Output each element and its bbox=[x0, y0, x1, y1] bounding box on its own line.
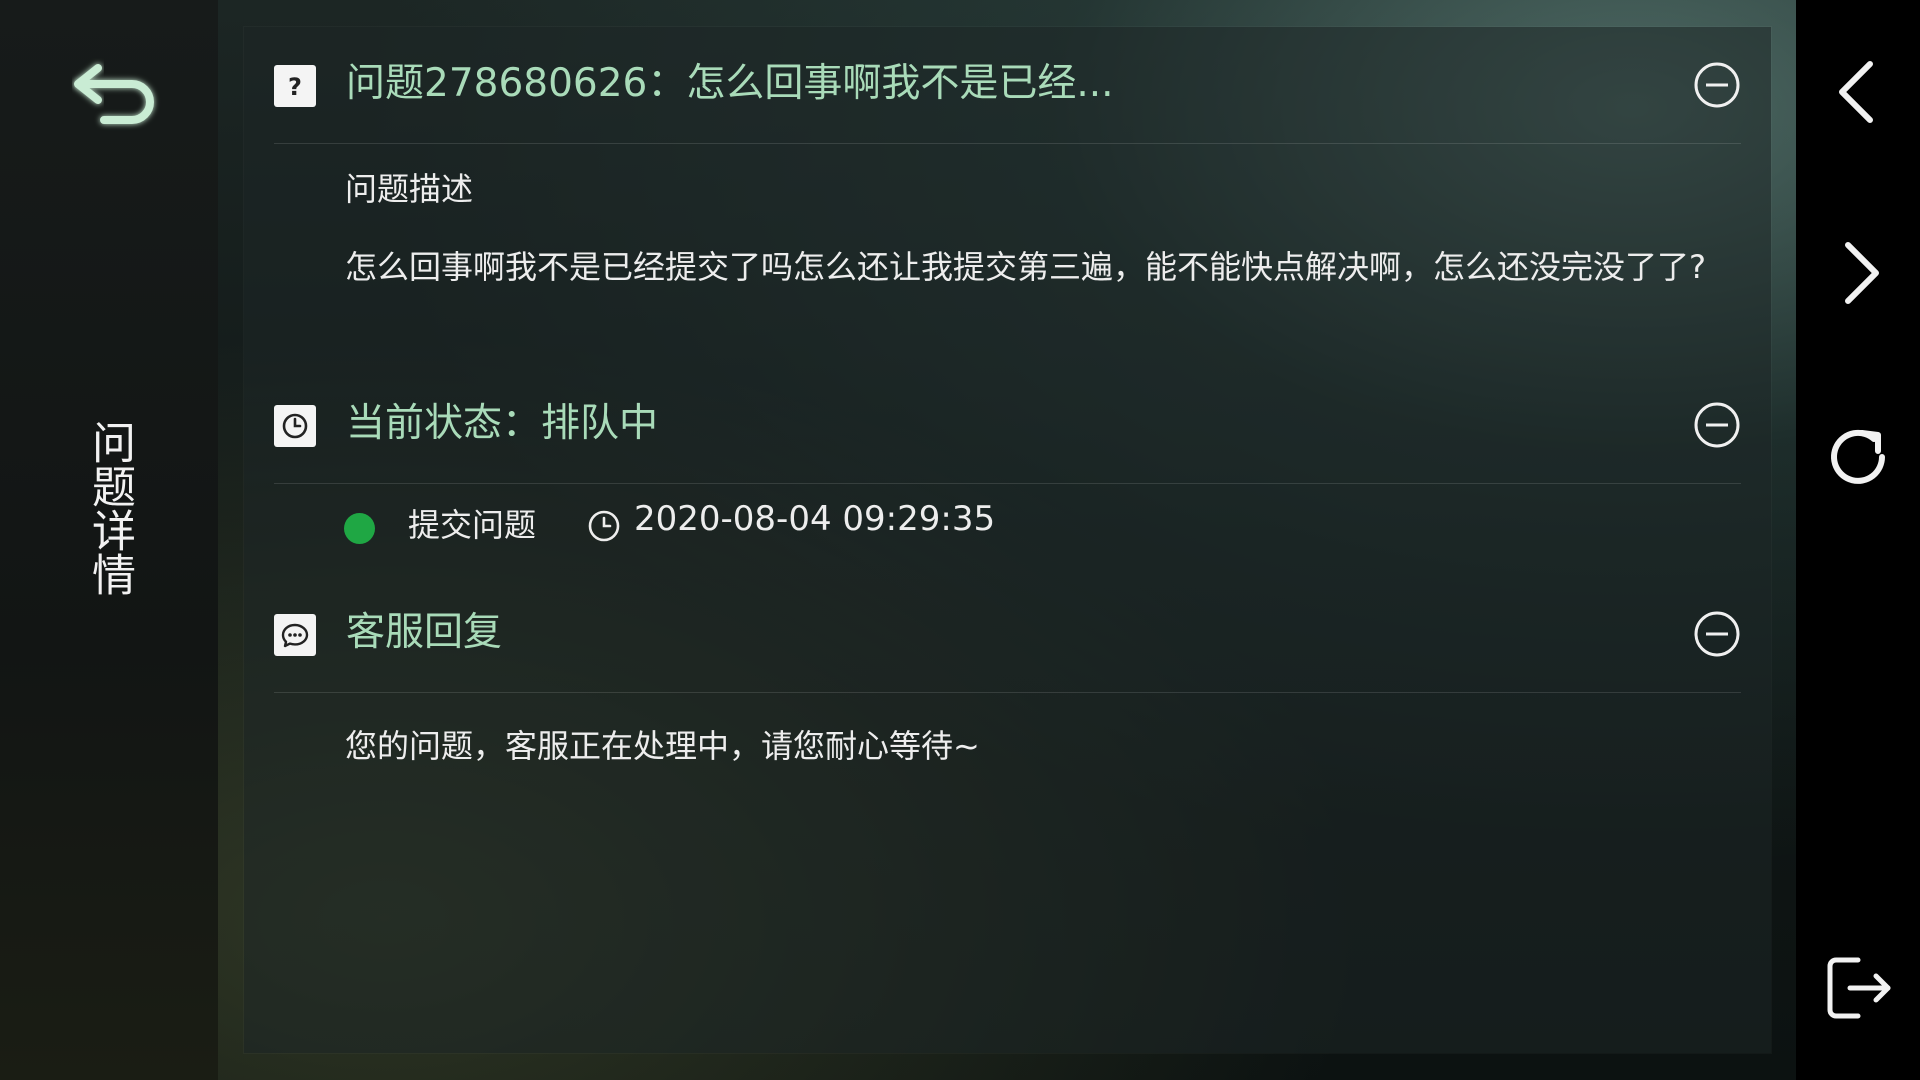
chevron-right-icon bbox=[1845, 242, 1879, 304]
status-step-label: 提交问题 bbox=[408, 506, 537, 544]
question-mark-icon: ? bbox=[274, 65, 316, 107]
question-title: 问题278680626：怎么回事啊我不是已经... bbox=[346, 61, 1114, 106]
reply-header[interactable]: 客服回复 bbox=[274, 576, 1741, 693]
description-label: 问题描述 bbox=[345, 170, 474, 208]
description-text: 怎么回事啊我不是已经提交了吗怎么还让我提交第三遍，能不能快点解决啊，怎么还没完没… bbox=[345, 248, 1706, 286]
refresh-icon bbox=[1831, 429, 1885, 484]
exit-button[interactable] bbox=[1796, 938, 1920, 1038]
status-title: 当前状态：排队中 bbox=[346, 401, 659, 446]
screen: 问题详情 ? 问题278680626：怎么回事啊我不是已经... 问题描述 怎么… bbox=[0, 0, 1920, 1080]
question-collapse-button[interactable] bbox=[1693, 61, 1741, 109]
refresh-button[interactable] bbox=[1796, 407, 1920, 507]
nav-back-button[interactable] bbox=[1796, 42, 1920, 142]
chat-bubble-icon bbox=[274, 614, 316, 656]
svg-text:?: ? bbox=[288, 73, 302, 101]
reply-text: 您的问题，客服正在处理中，请您耐心等待~ bbox=[345, 727, 980, 765]
reply-collapse-button[interactable] bbox=[1693, 610, 1741, 658]
clock-icon bbox=[588, 510, 620, 542]
reply-title: 客服回复 bbox=[346, 610, 503, 655]
page-title-vertical: 问题详情 bbox=[84, 420, 135, 596]
status-collapse-button[interactable] bbox=[1693, 401, 1741, 449]
collapse-minus-icon bbox=[1694, 402, 1740, 448]
detail-panel: ? 问题278680626：怎么回事啊我不是已经... 问题描述 怎么回事啊我不… bbox=[244, 27, 1771, 1053]
collapse-minus-icon bbox=[1694, 611, 1740, 657]
question-header[interactable]: ? 问题278680626：怎么回事啊我不是已经... bbox=[274, 27, 1741, 144]
back-button[interactable] bbox=[70, 58, 180, 132]
clock-icon bbox=[274, 405, 316, 447]
back-arrow-icon bbox=[74, 64, 154, 124]
collapse-minus-icon bbox=[1694, 62, 1740, 108]
right-nav-bar bbox=[1796, 0, 1920, 1080]
left-sidebar: 问题详情 bbox=[0, 0, 218, 1080]
status-dot bbox=[344, 513, 375, 544]
status-header[interactable]: 当前状态：排队中 bbox=[274, 367, 1741, 484]
status-step-row: 提交问题 2020-08-04 09:29:35 bbox=[344, 497, 1244, 553]
status-step-time: 2020-08-04 09:29:35 bbox=[634, 499, 996, 539]
nav-forward-button[interactable] bbox=[1796, 223, 1920, 323]
chevron-left-icon bbox=[1839, 61, 1873, 123]
exit-icon bbox=[1827, 957, 1891, 1019]
